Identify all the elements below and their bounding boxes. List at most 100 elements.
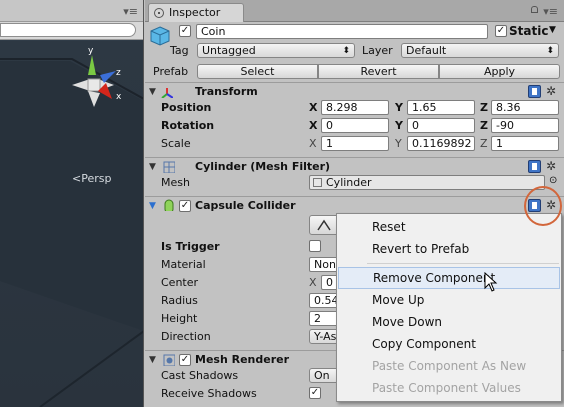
help-book-icon[interactable] <box>528 160 541 173</box>
mesh-filter-title: Cylinder (Mesh Filter) <box>195 160 331 173</box>
position-x-field[interactable]: 8.298 <box>321 100 389 115</box>
position-z-field[interactable]: 8.36 <box>491 100 559 115</box>
updown-arrow-icon: ⬍ <box>342 46 350 56</box>
menu-item-reset[interactable]: Reset <box>338 216 560 238</box>
inspector-tab-bar: Inspector ▾≡ <box>145 0 564 22</box>
position-y-label[interactable]: Y <box>395 101 403 114</box>
mesh-label: Mesh <box>161 176 190 189</box>
tag-label: Tag <box>170 44 189 57</box>
object-name-field[interactable]: Coin <box>196 24 488 39</box>
tab-inspector[interactable]: Inspector <box>148 3 244 22</box>
height-label: Height <box>161 312 198 325</box>
position-y-field[interactable]: 1.65 <box>407 100 475 115</box>
gear-icon[interactable]: ✲ <box>546 84 556 98</box>
capsule-collider-enabled-checkbox[interactable]: ✓ <box>179 200 191 212</box>
capsule-collider-title: Capsule Collider <box>195 199 296 212</box>
menu-item-move-up[interactable]: Move Up <box>338 289 560 311</box>
prefab-label: Prefab <box>153 65 189 78</box>
menu-item-remove-component[interactable]: Remove Component <box>338 267 560 289</box>
scale-z-field[interactable]: 1 <box>491 136 559 151</box>
updown-arrow-icon: ⬍ <box>546 46 554 56</box>
panel-menu-icon[interactable]: ▾≡ <box>123 5 138 18</box>
center-label: Center <box>161 276 199 289</box>
svg-text:y: y <box>88 46 94 56</box>
mesh-filter-header[interactable]: ▼ Cylinder (Mesh Filter) ✲ <box>145 157 564 176</box>
prefab-select-button[interactable]: Select <box>197 64 318 79</box>
radius-field[interactable]: 0.54 <box>309 293 339 308</box>
static-checkbox[interactable]: ✓ <box>495 25 507 37</box>
is-trigger-checkbox[interactable] <box>309 240 321 252</box>
gear-icon[interactable]: ✲ <box>546 159 556 173</box>
component-context-menu: Reset Revert to Prefab Remove Component … <box>336 213 562 402</box>
edit-collider-button[interactable] <box>309 215 339 235</box>
foldout-arrow-icon[interactable]: ▼ <box>149 162 156 172</box>
mesh-object-field[interactable]: Cylinder <box>309 175 545 190</box>
tab-inspector-label: Inspector <box>169 6 221 19</box>
svg-text:x: x <box>116 92 122 102</box>
foldout-arrow-icon[interactable]: ▼ <box>149 201 156 211</box>
rotation-z-label[interactable]: Z <box>480 119 488 132</box>
tag-dropdown[interactable]: Untagged ⬍ <box>197 43 355 58</box>
mouse-cursor-icon <box>484 272 498 292</box>
panel-menu-icon[interactable]: ▾≡ <box>543 5 558 18</box>
material-field[interactable]: None <box>309 257 339 272</box>
projection-label[interactable]: <Persp <box>72 172 111 185</box>
foldout-arrow-icon[interactable]: ▼ <box>149 355 156 365</box>
scale-label: Scale <box>161 137 191 150</box>
inspector-icon <box>154 8 164 18</box>
position-x-label[interactable]: X <box>309 101 317 114</box>
transform-title: Transform <box>195 85 258 98</box>
material-label: Material <box>161 258 206 271</box>
rotation-z-field[interactable]: -90 <box>491 118 559 133</box>
mesh-renderer-enabled-checkbox[interactable]: ✓ <box>179 354 191 366</box>
menu-item-revert-to-prefab[interactable]: Revert to Prefab <box>338 238 560 260</box>
capsule-collider-icon <box>164 199 174 211</box>
scale-y-field[interactable]: 0.1169892 <box>407 136 475 151</box>
layer-dropdown[interactable]: Default ⬍ <box>401 43 559 58</box>
object-picker-icon[interactable]: ⊙ <box>549 175 557 186</box>
lock-icon[interactable] <box>531 6 538 13</box>
menu-item-move-down[interactable]: Move Down <box>338 311 560 333</box>
height-field[interactable]: 2 <box>309 311 339 326</box>
prefab-apply-button[interactable]: Apply <box>439 64 560 79</box>
scale-z-label[interactable]: Z <box>480 137 488 150</box>
help-book-icon[interactable] <box>528 85 541 98</box>
scene-search-input[interactable] <box>0 23 136 37</box>
prefab-revert-button[interactable]: Revert <box>318 64 439 79</box>
rotation-label: Rotation <box>161 119 215 132</box>
menu-separator <box>367 263 559 264</box>
mesh-icon <box>313 178 322 187</box>
orientation-gizmo-icon[interactable]: y z x <box>58 45 138 115</box>
direction-label: Direction <box>161 330 211 343</box>
cast-shadows-dropdown[interactable]: On <box>309 368 339 383</box>
rotation-x-label[interactable]: X <box>309 119 317 132</box>
static-dropdown-icon[interactable]: ▼ <box>549 25 556 35</box>
position-z-label[interactable]: Z <box>480 101 488 114</box>
scale-y-label[interactable]: Y <box>395 137 402 150</box>
rotation-y-label[interactable]: Y <box>395 119 403 132</box>
rotation-y-field[interactable]: 0 <box>407 118 475 133</box>
menu-item-copy-component[interactable]: Copy Component <box>338 333 560 355</box>
cast-shadows-label: Cast Shadows <box>161 369 239 382</box>
transform-header[interactable]: ▼ Transform ✲ <box>145 82 564 101</box>
active-checkbox[interactable]: ✓ <box>179 25 191 37</box>
foldout-arrow-icon[interactable]: ▼ <box>149 87 156 97</box>
menu-item-paste-component-as-new[interactable]: Paste Component As New <box>338 355 560 377</box>
center-x-label[interactable]: X <box>309 276 317 289</box>
highlight-circle <box>524 186 562 226</box>
scale-x-field[interactable]: 1 <box>321 136 389 151</box>
radius-label: Radius <box>161 294 198 307</box>
receive-shadows-label: Receive Shadows <box>161 387 257 400</box>
layer-label: Layer <box>362 44 393 57</box>
static-label: Static <box>509 24 549 38</box>
position-label: Position <box>161 101 212 114</box>
direction-dropdown[interactable]: Y-As <box>309 329 339 344</box>
receive-shadows-checkbox[interactable]: ✓ <box>309 387 321 399</box>
mesh-renderer-title: Mesh Renderer <box>195 353 290 366</box>
scale-x-label[interactable]: X <box>309 137 317 150</box>
scene-viewport[interactable]: y z x <Persp <box>0 41 143 407</box>
edit-collider-icon <box>317 219 331 231</box>
menu-item-paste-component-values[interactable]: Paste Component Values <box>338 377 560 399</box>
mesh-filter-icon <box>163 161 175 173</box>
rotation-x-field[interactable]: 0 <box>321 118 389 133</box>
